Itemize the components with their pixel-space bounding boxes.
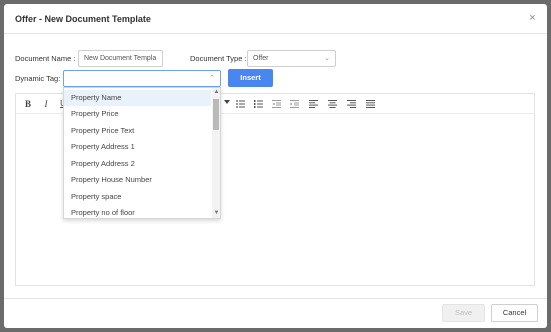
chevron-up-icon: ⌃ [209,75,215,82]
close-icon[interactable]: × [527,13,538,24]
dialog-header: Offer - New Document Template × [4,4,547,34]
dropdown-option[interactable]: Property House Number [64,172,211,188]
dynamic-tag-dropdown: Property Name Property Price Property Pr… [63,87,221,219]
dropdown-option[interactable]: Property no of floor [64,205,211,218]
dropdown-option[interactable]: Property Price Text [64,123,211,139]
dropdown-option[interactable]: Property space [64,189,211,205]
scroll-up-icon[interactable]: ▲ [212,88,220,97]
align-left-icon[interactable] [307,98,319,110]
scrollbar-thumb[interactable] [213,99,219,130]
bold-button[interactable]: B [22,98,34,110]
save-button[interactable]: Save [442,304,485,322]
bullet-list-icon[interactable] [234,98,246,110]
align-right-icon[interactable] [345,98,357,110]
insert-button[interactable]: Insert [228,69,273,87]
dynamic-tag-label: Dynamic Tag: [15,74,61,83]
dropdown-caret-icon[interactable] [221,98,233,110]
document-type-label: Document Type : [190,54,247,63]
align-justify-icon[interactable] [364,98,376,110]
dynamic-tag-select[interactable]: ⌃ [63,70,221,87]
indent-icon[interactable] [288,98,300,110]
italic-button[interactable]: I [40,98,52,110]
document-type-value: Offer [253,55,269,62]
dialog-title: Offer - New Document Template [15,14,151,24]
dropdown-scrollbar[interactable]: ▲ ▼ [212,88,220,218]
numbered-list-icon[interactable] [252,98,264,110]
chevron-down-icon: ⌄ [324,55,330,62]
new-document-template-dialog: Offer - New Document Template × Document… [4,4,547,328]
footer-divider [4,298,547,299]
dropdown-option[interactable]: Property Address 2 [64,156,211,172]
scroll-down-icon[interactable]: ▼ [212,209,220,218]
dropdown-option[interactable]: Property Address 1 [64,139,211,155]
outdent-icon[interactable] [270,98,282,110]
document-name-label: Document Name : [15,54,76,63]
align-center-icon[interactable] [326,98,338,110]
document-type-select[interactable]: Offer ⌄ [247,50,336,67]
dropdown-option[interactable]: Property Name [64,90,211,106]
dropdown-option[interactable]: Property Price [64,106,211,122]
cancel-button[interactable]: Cancel [491,304,538,322]
document-name-input[interactable]: New Document Templa [78,50,163,67]
